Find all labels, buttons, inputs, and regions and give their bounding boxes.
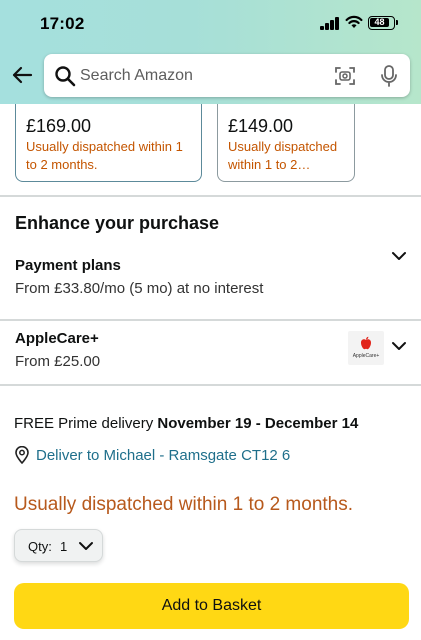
add-to-basket-button[interactable]: Add to Basket xyxy=(14,583,409,629)
chevron-down-icon[interactable] xyxy=(391,341,407,351)
enhance-purchase-heading: Enhance your purchase xyxy=(15,213,220,233)
applecare-thumb-label: AppleCare+ xyxy=(352,353,380,359)
battery-level: 48 xyxy=(370,18,389,27)
location-pin-icon xyxy=(15,446,29,464)
search-icon xyxy=(55,66,76,87)
chevron-down-icon[interactable] xyxy=(391,251,407,261)
deliver-to-link[interactable]: Deliver to Michael - Ramsgate CT12 6 xyxy=(36,447,290,464)
offer-dispatch-note: Usually dispatched within 1 to 2… xyxy=(228,139,338,172)
quantity-value: 1 xyxy=(60,539,68,554)
back-arrow-icon[interactable] xyxy=(10,63,34,87)
search-bar[interactable] xyxy=(44,54,410,97)
section-divider xyxy=(0,384,421,386)
applecare-title: AppleCare+ xyxy=(15,330,99,347)
applecare-subtitle: From £25.00 xyxy=(15,353,101,370)
app-header: 17:02 48 xyxy=(0,0,421,104)
offer-dispatch-note: Usually dispatched within 1 to 2 months. xyxy=(26,139,183,172)
wifi-icon xyxy=(345,15,363,28)
offer-price: £149.00 xyxy=(228,116,294,136)
status-bar: 17:02 48 xyxy=(0,0,421,46)
status-time: 17:02 xyxy=(40,14,85,33)
chevron-down-icon xyxy=(79,542,93,550)
availability-status: Usually dispatched within 1 to 2 months. xyxy=(14,494,354,515)
quantity-selector[interactable]: Qty: 1 xyxy=(14,529,103,562)
delivery-info: FREE Prime delivery November 19 - Decemb… xyxy=(14,415,358,432)
apple-logo-icon xyxy=(361,336,371,350)
cellular-signal-icon xyxy=(320,17,340,30)
applecare-thumbnail: AppleCare+ xyxy=(348,331,384,365)
microphone-icon[interactable] xyxy=(379,64,399,88)
delivery-prefix: FREE Prime delivery xyxy=(14,415,154,432)
quantity-label: Qty: xyxy=(28,539,52,554)
row-divider xyxy=(0,319,421,321)
section-divider xyxy=(0,195,421,197)
payment-plans-title: Payment plans xyxy=(15,257,121,274)
payment-plans-subtitle: From £33.80/mo (5 mo) at no interest xyxy=(15,280,264,297)
offer-card[interactable]: £149.00 Usually dispatched within 1 to 2… xyxy=(217,104,355,182)
delivery-dates: November 19 - December 14 xyxy=(157,415,359,432)
camera-scan-icon[interactable] xyxy=(334,65,356,87)
search-input[interactable] xyxy=(80,62,320,90)
offer-price: £169.00 xyxy=(26,116,92,136)
battery-cap xyxy=(396,20,398,25)
offer-card-selected[interactable]: £169.00 Usually dispatched within 1 to 2… xyxy=(15,104,202,182)
battery-icon: 48 xyxy=(368,16,395,30)
